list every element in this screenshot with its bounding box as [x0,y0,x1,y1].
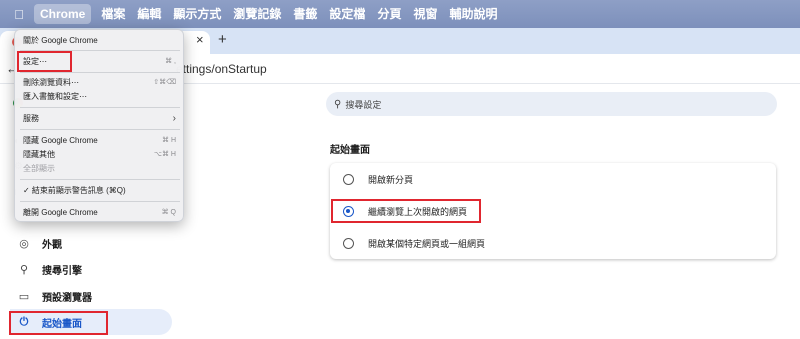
menu-item-quit[interactable]: 離開 Google Chrome ⌘ Q [20,206,180,218]
menu-item-hide-others[interactable]: 隱藏其他 ⌥⌘ H [20,148,180,160]
apple-logo-icon[interactable]:  [10,7,28,22]
radio-label: 開啟某個特定網頁或一組網頁 [368,238,486,249]
menu-bookmarks[interactable]: 書籤 [287,4,323,24]
search-icon: ⚲ [334,98,342,110]
menu-separator [20,179,180,180]
radio-option-new-tab[interactable]: 開啟新分頁 [330,163,776,195]
menu-separator [20,201,180,202]
menu-edit[interactable]: 編輯 [131,4,167,24]
menu-item-label: 匯入書籤和設定⋯ [23,91,87,101]
menu-item-label: 服務 [23,113,39,123]
browser-window-icon: ▭ [18,290,30,303]
menu-chrome[interactable]: Chrome [34,4,92,24]
sidebar-item-search-engine[interactable]: ⚲ 搜尋引擎 [10,256,172,282]
menu-help[interactable]: 輔助說明 [443,4,503,24]
menu-item-services[interactable]: 服務 › [20,112,180,124]
sidebar-item-label: 搜尋引擎 [42,265,82,277]
menu-separator [20,129,180,130]
radio-option-specific-pages[interactable]: 開啟某個特定網頁或一組網頁 [330,227,776,259]
menu-item-label: 離開 Google Chrome [23,207,98,217]
new-tab-button[interactable]: + [218,31,227,48]
menu-item-label: ✓ 結束前顯示警告訊息 (⌘Q) [23,185,126,195]
settings-search[interactable]: ⚲ 搜尋設定 [326,92,777,116]
menu-item-label: 關於 Google Chrome [23,35,98,45]
macos-menu-bar:  Chrome 檔案 編輯 顯示方式 瀏覽記錄 書籤 設定檔 分頁 視窗 輔助… [0,0,800,28]
radio-unchecked-icon[interactable] [343,173,354,185]
shortcut-label: ⌘ Q [161,209,176,216]
shortcut-label: ⇧⌘⌫ [153,79,176,86]
sidebar-item-appearance[interactable]: ◎ 外觀 [10,230,172,256]
palette-icon: ◎ [19,237,29,250]
sidebar-item-label: 預設瀏覽器 [42,292,92,304]
close-tab-icon[interactable]: × [196,32,204,47]
chevron-right-icon: › [172,112,176,124]
sidebar-item-default-browser[interactable]: ▭ 預設瀏覽器 [10,283,172,309]
highlight-box-settings [17,51,72,72]
shortcut-label: ⌥⌘ H [153,151,176,158]
menu-profiles[interactable]: 設定檔 [323,4,371,24]
menu-item-label: 隱藏其他 [23,149,55,159]
radio-unchecked-icon[interactable] [343,237,354,249]
menu-history[interactable]: 瀏覽記錄 [227,4,287,24]
search-icon: ⚲ [19,263,29,276]
menu-item-label: 隱藏 Google Chrome [23,135,98,145]
shortcut-label: ⌘ H [162,137,176,144]
menu-separator [20,107,180,108]
menu-separator [20,72,180,73]
menu-item-show-all: 全部顯示 [20,162,180,174]
sidebar-item-label: 外觀 [42,239,62,251]
menu-item-import[interactable]: 匯入書籤和設定⋯ [20,90,180,102]
shortcut-label: ⌘ , [165,58,176,65]
menu-item-clear-data[interactable]: 刪除瀏覽資料⋯ ⇧⌘⌫ [20,76,180,88]
search-placeholder: 搜尋設定 [345,99,382,110]
highlight-box-continue [331,199,481,223]
radio-label: 開啟新分頁 [368,174,414,185]
menu-tab[interactable]: 分頁 [371,4,407,24]
menu-item-hide[interactable]: 隱藏 Google Chrome ⌘ H [20,134,180,146]
highlight-box-sidebar [9,311,108,335]
section-title-on-startup: 起始畫面 [330,145,370,156]
menu-item-label: 刪除瀏覽資料⋯ [23,77,79,87]
menu-item-about[interactable]: 關於 Google Chrome [20,34,180,46]
menu-window[interactable]: 視窗 [407,4,443,24]
menu-item-warn-before-quit[interactable]: ✓ 結束前顯示警告訊息 (⌘Q) [20,184,180,196]
address-bar-url[interactable]: ettings/onStartup [176,62,267,76]
menu-item-label: 全部顯示 [23,163,55,173]
menu-file[interactable]: 檔案 [95,4,131,24]
menu-view[interactable]: 顯示方式 [167,4,227,24]
